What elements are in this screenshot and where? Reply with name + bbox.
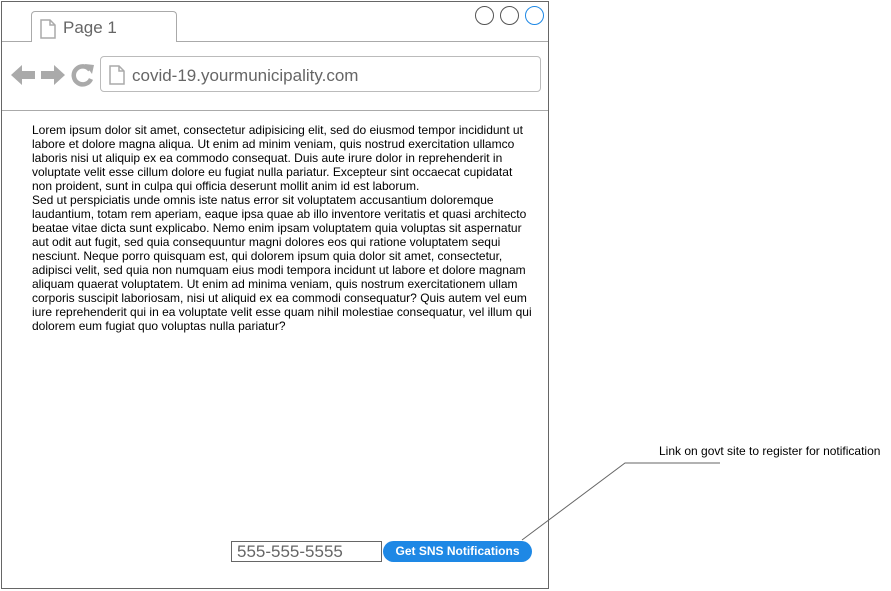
page-body-text: Lorem ipsum dolor sit amet, consectetur … xyxy=(32,123,532,333)
back-arrow-icon[interactable] xyxy=(10,63,36,92)
phone-number-input[interactable] xyxy=(231,541,382,562)
window-control-icon[interactable] xyxy=(475,6,494,25)
body-paragraph: Sed ut perspiciatis unde omnis iste natu… xyxy=(32,193,532,333)
address-bar[interactable]: covid-19.yourmunicipality.com xyxy=(100,56,541,92)
browser-tab[interactable]: Page 1 xyxy=(31,11,177,42)
url-text: covid-19.yourmunicipality.com xyxy=(132,66,359,85)
wireframe-canvas: Page 1 covid-19.yourmunicipality.com Lor… xyxy=(0,0,891,591)
get-sns-notifications-button[interactable]: Get SNS Notifications xyxy=(383,541,532,562)
annotation-label: Link on govt site to register for notifi… xyxy=(659,444,881,458)
document-icon xyxy=(40,19,56,44)
body-paragraph: Lorem ipsum dolor sit amet, consectetur … xyxy=(32,123,523,193)
browser-window: Page 1 covid-19.yourmunicipality.com Lor… xyxy=(1,1,549,589)
window-control-icon[interactable] xyxy=(500,6,519,25)
document-icon xyxy=(109,65,125,90)
reload-icon[interactable] xyxy=(71,63,95,92)
toolbar-divider xyxy=(2,110,548,111)
forward-arrow-icon[interactable] xyxy=(40,63,66,92)
window-control-icon[interactable] xyxy=(525,6,544,25)
tab-title: Page 1 xyxy=(63,18,117,37)
